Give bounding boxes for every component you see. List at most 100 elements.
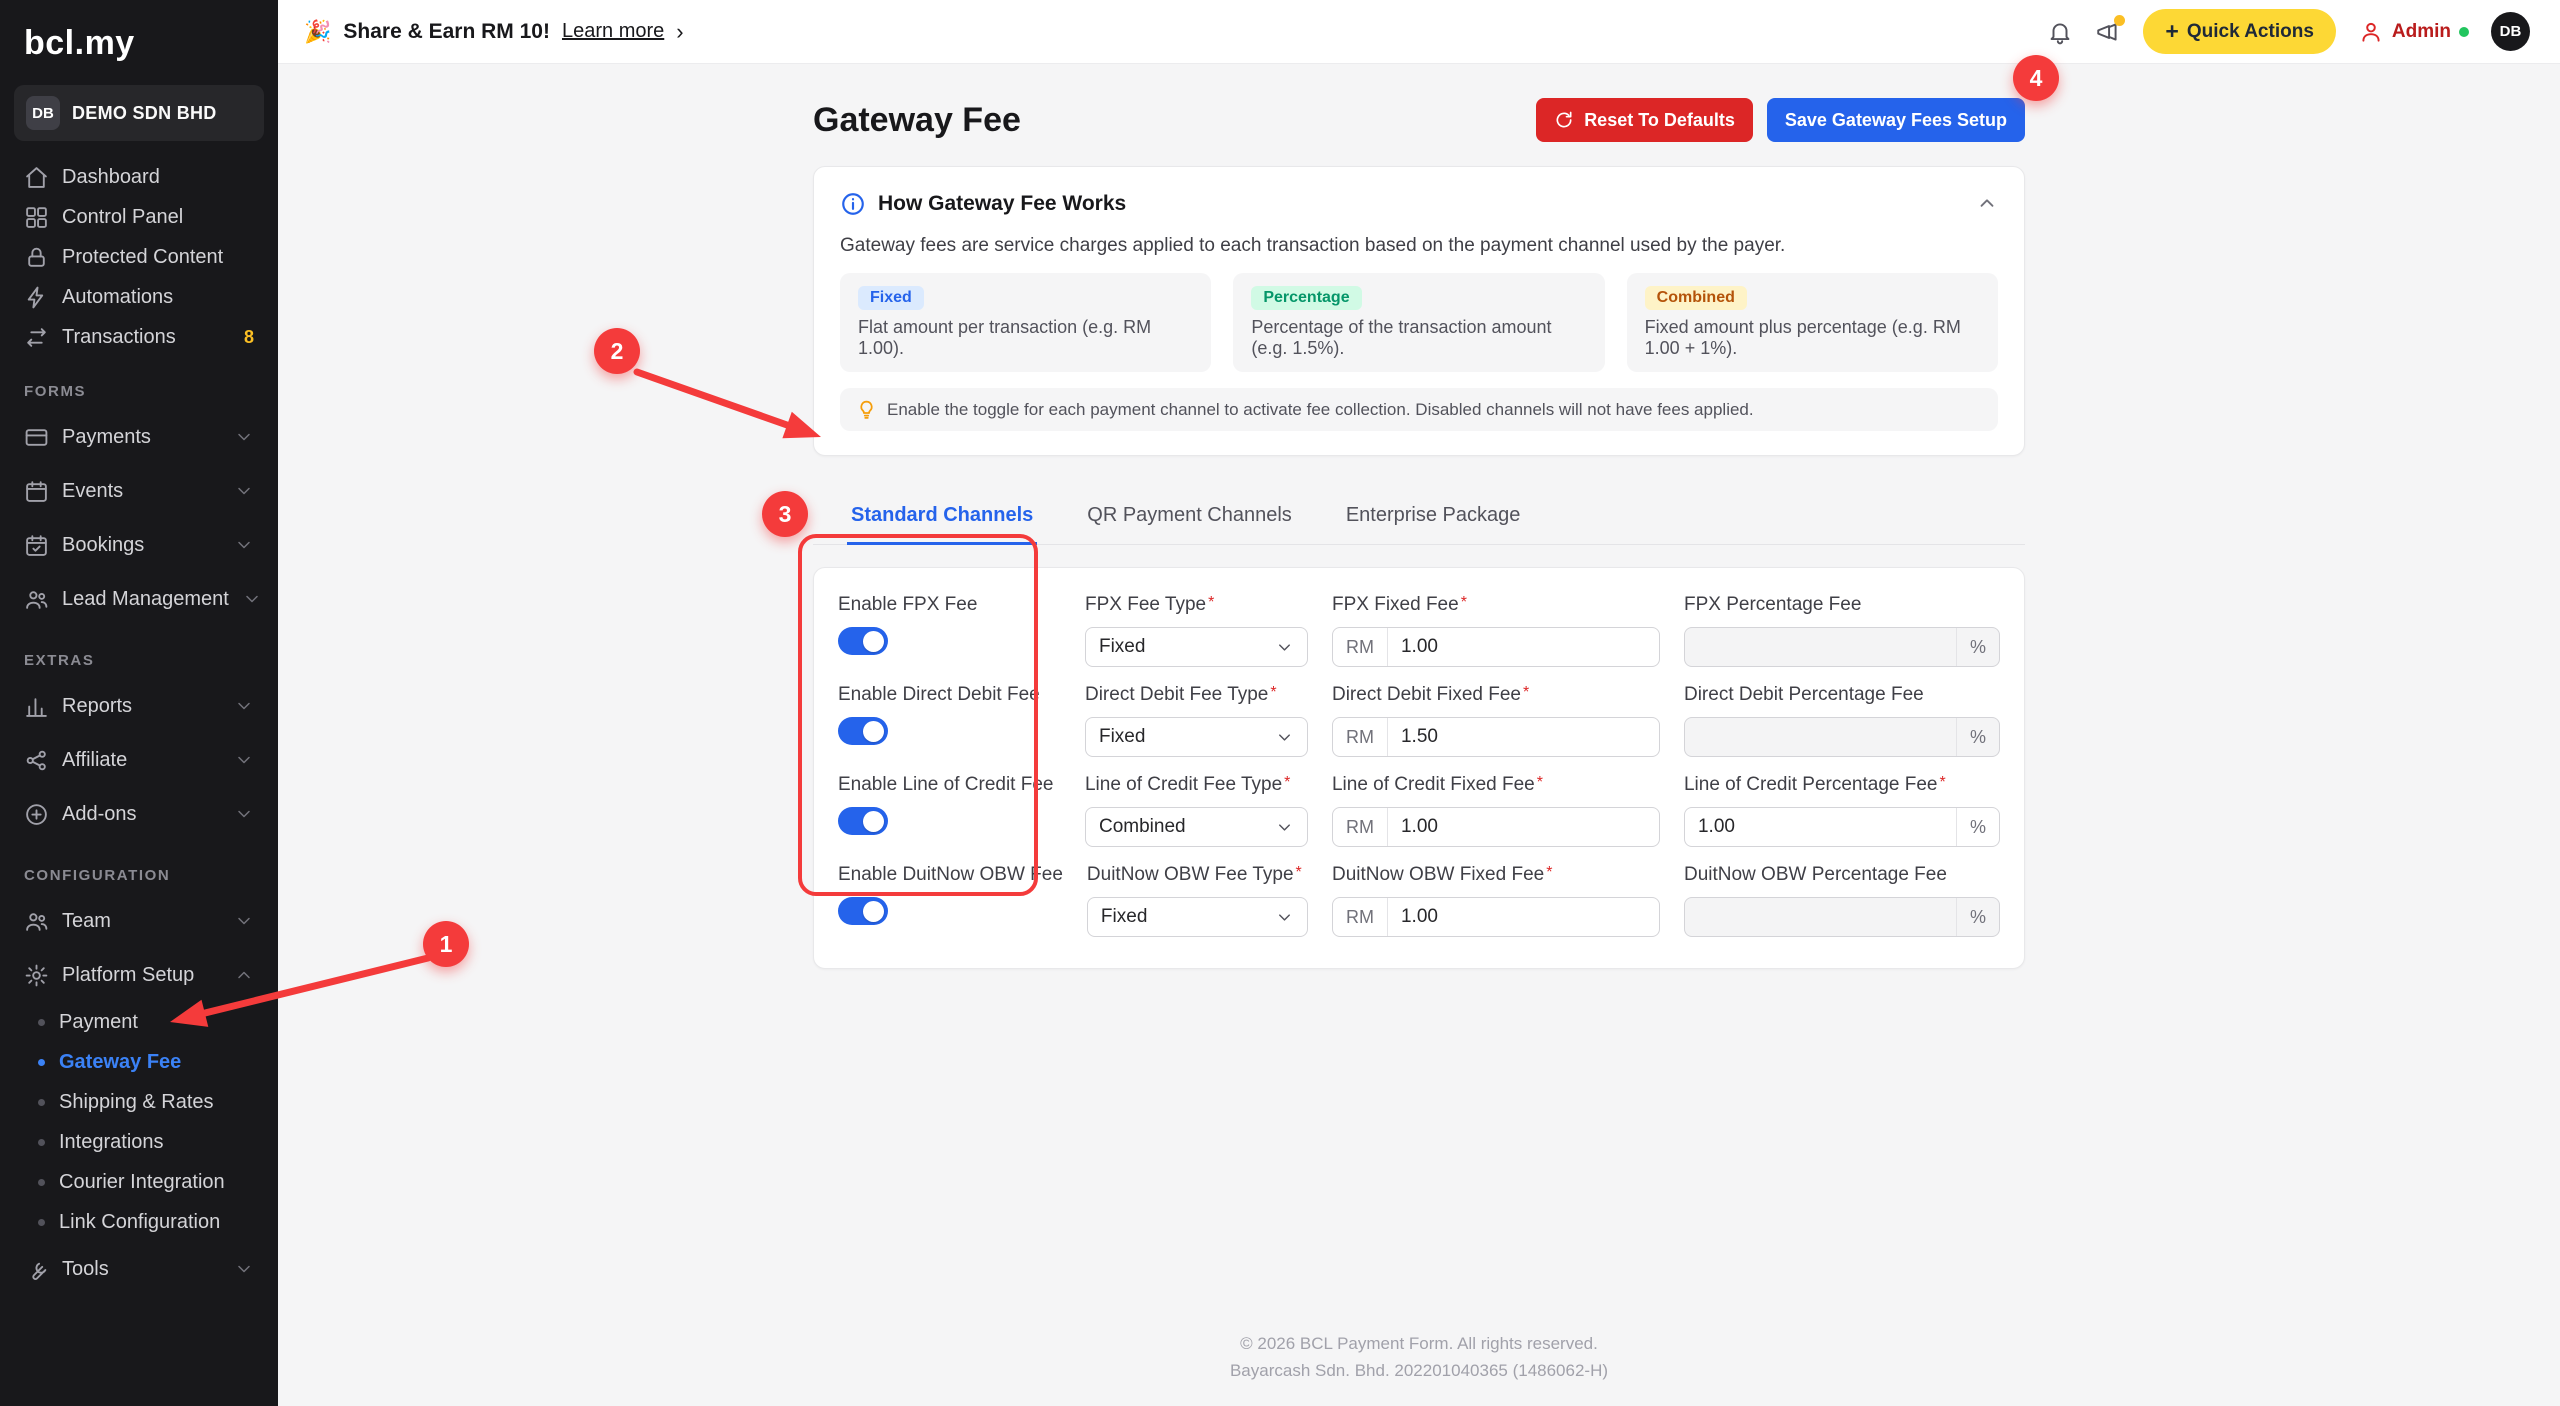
direct-debit-fee-type-select[interactable]: Fixed <box>1085 717 1308 757</box>
fpx-enable-toggle[interactable] <box>838 627 888 655</box>
sidebar: bcl.my DB DEMO SDN BHD Dashboard Control… <box>0 0 278 1406</box>
duitnow-obw-toggle-field: Enable DuitNow OBW Fee <box>838 864 1063 937</box>
online-status-dot <box>2459 27 2469 37</box>
line-of-credit-percentage-fee-group: % <box>1684 807 2000 847</box>
chevron-up-icon <box>234 965 254 985</box>
sidebar-item-label: Gateway Fee <box>59 1051 181 1074</box>
sidebar-item-label: Reports <box>62 695 132 718</box>
sidebar-item-link-configuration[interactable]: Link Configuration <box>14 1202 264 1242</box>
sidebar-item-control-panel[interactable]: Control Panel <box>14 197 264 237</box>
sidebar-item-integrations[interactable]: Integrations <box>14 1122 264 1162</box>
duitnow-obw-enable-toggle[interactable] <box>838 897 888 925</box>
line-of-credit-fee-type-select[interactable]: Combined <box>1085 807 1308 847</box>
collapse-chevron-icon[interactable] <box>1976 193 1998 215</box>
lightbulb-icon <box>856 399 877 420</box>
currency-prefix: RM <box>1333 718 1388 756</box>
sidebar-item-label: Transactions <box>62 326 176 349</box>
direct-debit-percentage-fee-group: % <box>1684 717 2000 757</box>
sidebar-item-label: Automations <box>62 286 173 309</box>
line-of-credit-percentage-fee-input[interactable] <box>1685 808 1956 846</box>
sidebar-item-courier-integration[interactable]: Courier Integration <box>14 1162 264 1202</box>
sidebar-item-label: Payments <box>62 426 151 449</box>
sidebar-item-events[interactable]: Events <box>14 464 264 518</box>
sidebar-item-automations[interactable]: Automations <box>14 277 264 317</box>
chevron-down-icon <box>234 1259 254 1279</box>
save-gateway-fees-button[interactable]: Save Gateway Fees Setup <box>1767 98 2025 142</box>
main-area: 🎉 Share & Earn RM 10! Learn more › + Qui… <box>278 0 2560 1406</box>
sidebar-item-lead-management[interactable]: Lead Management <box>14 572 264 626</box>
duitnow-obw-fixed-fee-field: DuitNow OBW Fixed Fee RM <box>1332 864 1660 937</box>
direct-debit-enable-toggle[interactable] <box>838 717 888 745</box>
info-card-description: Gateway fees are service charges applied… <box>840 235 1998 257</box>
announcements-button[interactable] <box>2095 19 2121 45</box>
tab-standard-channels[interactable]: Standard Channels <box>847 490 1037 545</box>
sidebar-item-tools[interactable]: Tools <box>14 1242 264 1296</box>
direct-debit-fee-type-field: Direct Debit Fee Type Fixed <box>1085 684 1308 757</box>
admin-menu[interactable]: Admin <box>2358 19 2469 45</box>
channel-tabs: Standard Channels QR Payment Channels En… <box>813 490 2025 545</box>
fpx-fee-type-select[interactable]: Fixed <box>1085 627 1308 667</box>
toggle-label: Enable Line of Credit Fee <box>838 774 1061 796</box>
info-card-title: How Gateway Fee Works <box>878 192 1126 216</box>
org-avatar: DB <box>26 96 60 130</box>
line-of-credit-fixed-fee-input[interactable] <box>1388 808 1659 846</box>
duitnow-obw-percentage-fee-field: DuitNow OBW Percentage Fee % <box>1684 864 2000 937</box>
toggle-label: Enable DuitNow OBW Fee <box>838 864 1063 886</box>
toggle-label: Enable FPX Fee <box>838 594 1061 616</box>
plus-circle-icon <box>24 802 49 827</box>
quick-actions-label: Quick Actions <box>2187 21 2314 43</box>
currency-prefix: RM <box>1333 898 1388 936</box>
quick-actions-button[interactable]: + Quick Actions <box>2143 9 2335 54</box>
org-switcher[interactable]: DB DEMO SDN BHD <box>14 85 264 141</box>
sidebar-item-label: Payment <box>59 1011 138 1034</box>
notification-dot <box>2114 15 2125 26</box>
direct-debit-fixed-fee-field: Direct Debit Fixed Fee RM <box>1332 684 1660 757</box>
select-value: Fixed <box>1099 636 1145 658</box>
sidebar-item-dashboard[interactable]: Dashboard <box>14 157 264 197</box>
user-avatar[interactable]: DB <box>2491 12 2530 51</box>
sidebar-item-affiliate[interactable]: Affiliate <box>14 733 264 787</box>
fpx-toggle-field: Enable FPX Fee <box>838 594 1061 667</box>
sidebar-item-protected-content[interactable]: Protected Content <box>14 237 264 277</box>
direct-debit-fixed-fee-input[interactable] <box>1388 718 1659 756</box>
sidebar-item-team[interactable]: Team <box>14 894 264 948</box>
sidebar-item-bookings[interactable]: Bookings <box>14 518 264 572</box>
bullet-dot <box>38 1099 45 1106</box>
page-header: Gateway Fee Reset To Defaults Save Gatew… <box>813 98 2025 142</box>
zap-icon <box>24 285 49 310</box>
reset-to-defaults-button[interactable]: Reset To Defaults <box>1536 98 1753 142</box>
sidebar-item-payments[interactable]: Payments <box>14 410 264 464</box>
chevron-right-icon: › <box>676 19 683 45</box>
info-icon <box>840 191 866 217</box>
percent-suffix: % <box>1956 718 1999 756</box>
notifications-button[interactable] <box>2047 19 2073 45</box>
chevron-down-icon <box>234 427 254 447</box>
sidebar-item-shipping-rates[interactable]: Shipping & Rates <box>14 1082 264 1122</box>
duitnow-obw-fixed-fee-input[interactable] <box>1388 898 1659 936</box>
sidebar-item-label: Integrations <box>59 1131 164 1154</box>
sidebar-item-gateway-fee[interactable]: Gateway Fee <box>14 1042 264 1082</box>
refresh-icon <box>1554 110 1574 130</box>
tab-enterprise-package[interactable]: Enterprise Package <box>1342 490 1525 545</box>
tab-qr-payment-channels[interactable]: QR Payment Channels <box>1083 490 1296 545</box>
fpx-fixed-fee-input[interactable] <box>1388 628 1659 666</box>
percent-suffix: % <box>1956 898 1999 936</box>
credit-card-icon <box>24 425 49 450</box>
brand-logo: bcl.my <box>14 18 264 73</box>
field-label: FPX Fixed Fee <box>1332 594 1660 616</box>
transactions-badge: 8 <box>244 327 254 348</box>
duitnow-obw-fee-type-select[interactable]: Fixed <box>1087 897 1308 937</box>
sidebar-item-platform-setup[interactable]: Platform Setup <box>14 948 264 1002</box>
sidebar-item-label: Courier Integration <box>59 1171 225 1194</box>
page-title: Gateway Fee <box>813 101 1021 140</box>
sidebar-item-label: Lead Management <box>62 588 229 611</box>
sidebar-item-addons[interactable]: Add-ons <box>14 787 264 841</box>
line-of-credit-enable-toggle[interactable] <box>838 807 888 835</box>
sidebar-item-reports[interactable]: Reports <box>14 679 264 733</box>
sidebar-item-transactions[interactable]: Transactions 8 <box>14 317 264 357</box>
fee-type-combined: Combined Fixed amount plus percentage (e… <box>1627 273 1998 372</box>
chevron-down-icon <box>1275 728 1294 747</box>
org-name: DEMO SDN BHD <box>72 103 217 124</box>
learn-more-link[interactable]: Learn more <box>562 20 664 43</box>
sidebar-item-payment[interactable]: Payment <box>14 1002 264 1042</box>
